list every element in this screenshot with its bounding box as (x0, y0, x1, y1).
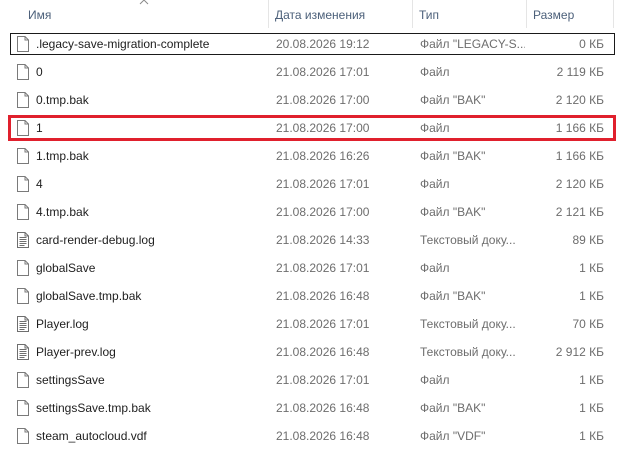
file-size: 1 КБ (579, 289, 604, 303)
file-name: card-render-debug.log (36, 233, 155, 247)
file-size: 2 120 КБ (555, 177, 604, 191)
file-row[interactable]: 0.tmp.bak 21.08.2026 17:00 Файл "BAK" 2 120… (0, 86, 635, 114)
file-name: globalSave (36, 261, 96, 275)
text-file-icon (17, 344, 29, 360)
file-icon (17, 400, 29, 416)
file-type: Файл "BAK" (420, 149, 486, 163)
file-row[interactable]: globalSave.tmp.bak 21.08.2026 16:48 Файл "… (0, 282, 635, 310)
file-date: 21.08.2026 17:00 (276, 121, 370, 135)
file-icon (17, 36, 29, 52)
file-date: 21.08.2026 16:48 (276, 401, 370, 415)
file-date: 21.08.2026 17:01 (276, 261, 370, 275)
file-size: 2 912 КБ (555, 345, 604, 359)
column-divider[interactable] (613, 0, 614, 28)
file-name: 4 (36, 177, 43, 191)
file-icon (17, 260, 29, 276)
file-date: 20.08.2026 19:12 (276, 37, 370, 51)
file-type: Файл (420, 65, 450, 79)
file-row[interactable]: settingsSave 21.08.2026 17:01 Файл 1 КБ (0, 366, 635, 394)
file-name: Player-prev.log (36, 345, 116, 359)
file-row[interactable]: Player-prev.log 21.08.2026 16:48 Текстовый… (0, 338, 635, 366)
file-type: Файл "VDF" (420, 429, 486, 443)
file-row[interactable]: globalSave 21.08.2026 17:01 Файл 1 КБ (0, 254, 635, 282)
vertical-scrollbar[interactable] (627, 0, 635, 465)
file-type: Файл "BAK" (420, 401, 486, 415)
file-icon (17, 92, 29, 108)
file-row[interactable]: 4 21.08.2026 17:01 Файл 2 120 КБ (0, 170, 635, 198)
text-file-icon (17, 316, 29, 332)
file-row[interactable]: 4.tmp.bak 21.08.2026 17:00 Файл "BAK" 2 121… (0, 198, 635, 226)
file-size: 1 КБ (579, 373, 604, 387)
file-size: 1 КБ (579, 429, 604, 443)
file-type: Файл (420, 121, 450, 135)
file-name: 1 (36, 121, 43, 135)
file-name: .legacy-save-migration-complete (36, 37, 210, 51)
column-header-date[interactable]: Дата изменения (269, 0, 412, 28)
file-date: 21.08.2026 17:01 (276, 177, 370, 191)
file-type: Файл "BAK" (420, 289, 486, 303)
file-date: 21.08.2026 17:01 (276, 317, 370, 331)
file-date: 21.08.2026 17:01 (276, 65, 370, 79)
file-name: settingsSave.tmp.bak (36, 401, 151, 415)
file-name: settingsSave (36, 373, 105, 387)
file-date: 21.08.2026 17:01 (276, 373, 370, 387)
file-date: 21.08.2026 14:33 (276, 233, 370, 247)
file-type: Текстовый доку... (420, 233, 516, 247)
file-size: 0 КБ (579, 37, 604, 51)
file-name: 1.tmp.bak (36, 149, 89, 163)
file-type: Файл "BAK" (420, 93, 486, 107)
file-name: 0 (36, 65, 43, 79)
file-type: Текстовый доку... (420, 345, 516, 359)
file-type: Файл "LEGACY-S... (420, 37, 525, 51)
file-size: 70 КБ (572, 317, 604, 331)
file-date: 21.08.2026 16:48 (276, 289, 370, 303)
file-row[interactable]: card-render-debug.log 21.08.2026 14:33 Тек… (0, 226, 635, 254)
file-name: 0.tmp.bak (36, 93, 89, 107)
file-row[interactable]: Player.log 21.08.2026 17:01 Текстовый доку… (0, 310, 635, 338)
file-size: 2 120 КБ (555, 93, 604, 107)
file-type: Файл (420, 177, 450, 191)
file-icon (17, 288, 29, 304)
file-type: Файл "BAK" (420, 205, 486, 219)
file-size: 2 119 КБ (556, 65, 604, 79)
file-icon (17, 176, 29, 192)
file-date: 21.08.2026 16:26 (276, 149, 370, 163)
file-size: 1 КБ (579, 401, 604, 415)
column-header-type[interactable]: Тип (413, 0, 526, 28)
file-icon (17, 120, 29, 136)
file-date: 21.08.2026 16:48 (276, 345, 370, 359)
column-header-name[interactable]: Имя (22, 0, 267, 28)
file-icon (17, 204, 29, 220)
file-icon (17, 64, 29, 80)
column-header-size[interactable]: Размер (527, 0, 613, 28)
file-row[interactable]: .legacy-save-migration-complete 20.08.202… (0, 30, 635, 58)
file-icon (17, 428, 29, 444)
file-type: Текстовый доку... (420, 317, 516, 331)
file-date: 21.08.2026 17:00 (276, 205, 370, 219)
file-size: 89 КБ (572, 233, 604, 247)
file-icon (17, 148, 29, 164)
file-row[interactable]: 1 21.08.2026 17:00 Файл 1 166 КБ (0, 114, 635, 142)
file-row[interactable]: 1.tmp.bak 21.08.2026 16:26 Файл "BAK" 1 166… (0, 142, 635, 170)
column-header-bar: Имя Дата изменения Тип Размер (0, 0, 635, 28)
file-size: 1 КБ (579, 261, 604, 275)
file-name: Player.log (36, 317, 89, 331)
file-row[interactable]: 0 21.08.2026 17:01 Файл 2 119 КБ (0, 58, 635, 86)
file-row[interactable]: steam_autocloud.vdf 21.08.2026 16:48 Файл … (0, 422, 635, 450)
file-row[interactable]: settingsSave.tmp.bak 21.08.2026 16:48 Файл… (0, 394, 635, 422)
file-list: .legacy-save-migration-complete 20.08.202… (0, 30, 635, 450)
file-name: globalSave.tmp.bak (36, 289, 142, 303)
file-name: steam_autocloud.vdf (36, 429, 147, 443)
file-size: 1 166 КБ (555, 121, 604, 135)
file-type: Файл (420, 373, 450, 387)
file-icon (17, 372, 29, 388)
file-date: 21.08.2026 17:00 (276, 93, 370, 107)
file-name: 4.tmp.bak (36, 205, 89, 219)
text-file-icon (17, 232, 29, 248)
file-type: Файл (420, 261, 450, 275)
file-date: 21.08.2026 16:48 (276, 429, 370, 443)
file-size: 1 166 КБ (555, 149, 604, 163)
file-size: 2 121 КБ (555, 205, 604, 219)
